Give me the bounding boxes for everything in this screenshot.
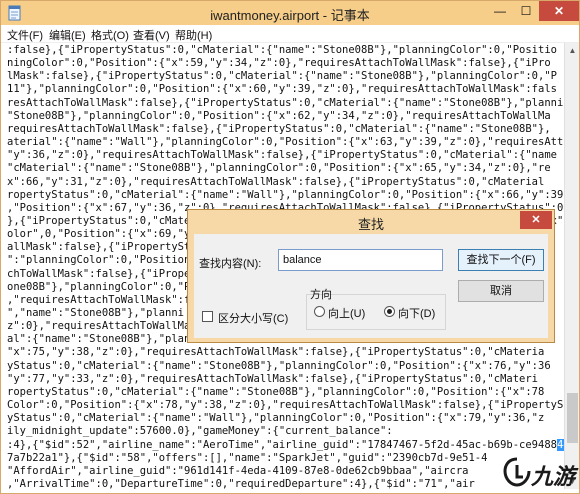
editor-line: "AffordAir","airline_guid":"961d141f-4ed… — [7, 464, 469, 477]
menu-view[interactable]: 查看(V) — [133, 27, 170, 43]
find-dialog-title: 查找 — [357, 217, 384, 232]
scroll-up-icon[interactable]: ▲ — [565, 43, 580, 58]
editor-line: "y":36,"z":0},"requiresAttachToWallMask"… — [7, 149, 557, 162]
editor-line: "y":77,"y":33,"z":0},"requiresAttachToWa… — [7, 372, 539, 385]
direction-up-label: 向上(U) — [328, 308, 366, 320]
find-dialog: 查找 ✕ 查找内容(N): 查找下一个(F) 取消 方向 向上(U) 向下(D)… — [187, 209, 555, 343]
editor-line: lMask":false},{"iPropertyStatus":0,"cMat… — [7, 70, 557, 83]
editor-line: ropertyStatus":0,"cMaterial":{"name":"Wa… — [7, 188, 564, 201]
editor-line: requiresAttachToWallMask":false},{"iProp… — [7, 122, 551, 135]
editor-line: ,"requiresAttachToWallMask":fa — [7, 293, 197, 306]
selected-balance-value[interactable]: 449975000.0 — [556, 438, 564, 451]
editor-line: yStatus":0,"cMaterial":{"name":"Wall"},"… — [7, 412, 545, 425]
match-case-checkbox[interactable] — [202, 311, 213, 322]
title-bar[interactable]: iwantmoney.airport - 记事本 — ☐ ✕ — [1, 1, 579, 25]
editor-line: z":0},"requiresAttachToWallMa — [7, 320, 191, 333]
scroll-thumb[interactable] — [567, 393, 578, 443]
direction-down-radio[interactable] — [384, 306, 395, 317]
editor-line: chToWallMask":false},{"iPrope — [7, 267, 191, 280]
editor-line: allMask":false},{"iPropertySta — [7, 241, 197, 254]
editor-line: "Stone08B"},"planningColor":0,"Position"… — [7, 109, 551, 122]
find-what-label: 查找内容(N): — [199, 258, 262, 270]
find-next-button[interactable]: 查找下一个(F) — [458, 249, 544, 271]
menu-edit[interactable]: 编辑(E) — [49, 27, 86, 43]
editor-line: ":"planningColor":0,"Position — [7, 254, 191, 267]
editor-line: ropertyStatus":0,"cMaterial":{"name":"St… — [7, 385, 545, 398]
editor-line: :false},{"iPropertyStatus":0,"cMaterial"… — [7, 44, 557, 56]
find-what-input[interactable] — [278, 249, 443, 271]
editor-line: ningColor":0,"Position":{"x":59,"y":34,"… — [7, 57, 551, 70]
editor-line: Color":0,"Position":{"x":78,"y":38,"z":0… — [7, 399, 564, 412]
editor-line: yStatus":0,"cMaterial":{"name":"Stone08B… — [7, 359, 551, 372]
match-case-label: 区分大小写(C) — [218, 313, 289, 325]
find-dialog-body: 查找内容(N): 查找下一个(F) 取消 方向 向上(U) 向下(D) 区分大小… — [194, 234, 548, 338]
editor-line: ","name":"Stone08B"},"planni — [7, 307, 185, 319]
minimize-button[interactable]: — — [487, 1, 513, 21]
find-dialog-close-button[interactable]: ✕ — [520, 211, 552, 229]
vertical-scrollbar[interactable]: ▲ ▼ — [564, 43, 579, 489]
editor-line: olor",0,"Position":{"x":69,"y" — [7, 228, 197, 241]
watermark-text: 九游 — [531, 465, 576, 490]
watermark-logo: 九游 — [497, 451, 580, 494]
editor-line: "x":75,"y":38,"z":0},"requiresAttachToWa… — [7, 346, 545, 359]
editor-line: :4},{"$id":52","airline_name":"AeroTime"… — [7, 438, 564, 452]
editor-line: 11"},"planningColor":0,"Position":{"x":6… — [7, 83, 557, 96]
editor-line: "cMaterial":{"name":"Stone08B"},"plannin… — [7, 162, 551, 175]
menu-file[interactable]: 文件(F) — [7, 27, 43, 43]
editor-line: x":66,"y":31,"z":0},"requiresAttachToWal… — [7, 175, 545, 188]
menu-help[interactable]: 帮助(H) — [175, 27, 212, 43]
maximize-button[interactable]: ☐ — [513, 1, 539, 21]
cancel-button[interactable]: 取消 — [458, 280, 544, 302]
editor-line: 7a7b22a1"},{"$id":"58","offers":[],"name… — [7, 451, 488, 464]
editor-line: al":{"name":"Stone08B"},"plan — [7, 333, 191, 346]
close-button[interactable]: ✕ — [539, 1, 579, 21]
editor-line: aterial":{"name":"Wall"},"planningColor"… — [7, 136, 564, 149]
direction-down-label: 向下(D) — [398, 308, 436, 320]
editor-line: resAttachToWallMask":false},{"iPropertyS… — [7, 96, 564, 109]
editor-line: ,"ArrivalTime":0,"DepartureTime":0,"requ… — [7, 477, 475, 489]
editor-line: ily_midnight_update":57600.0},"gameMoney… — [7, 425, 393, 438]
editor-line: one08B"},"planningColor":0,"P — [7, 280, 191, 293]
direction-label: 方向 — [310, 289, 332, 301]
notepad-window: iwantmoney.airport - 记事本 — ☐ ✕ 文件(F) 编辑(… — [0, 0, 580, 494]
watermark-icon — [503, 457, 531, 487]
direction-up-radio[interactable] — [314, 306, 325, 317]
menu-format[interactable]: 格式(O) — [91, 27, 129, 43]
menu-bar: 文件(F) 编辑(E) 格式(O) 查看(V) 帮助(H) — [1, 25, 579, 43]
